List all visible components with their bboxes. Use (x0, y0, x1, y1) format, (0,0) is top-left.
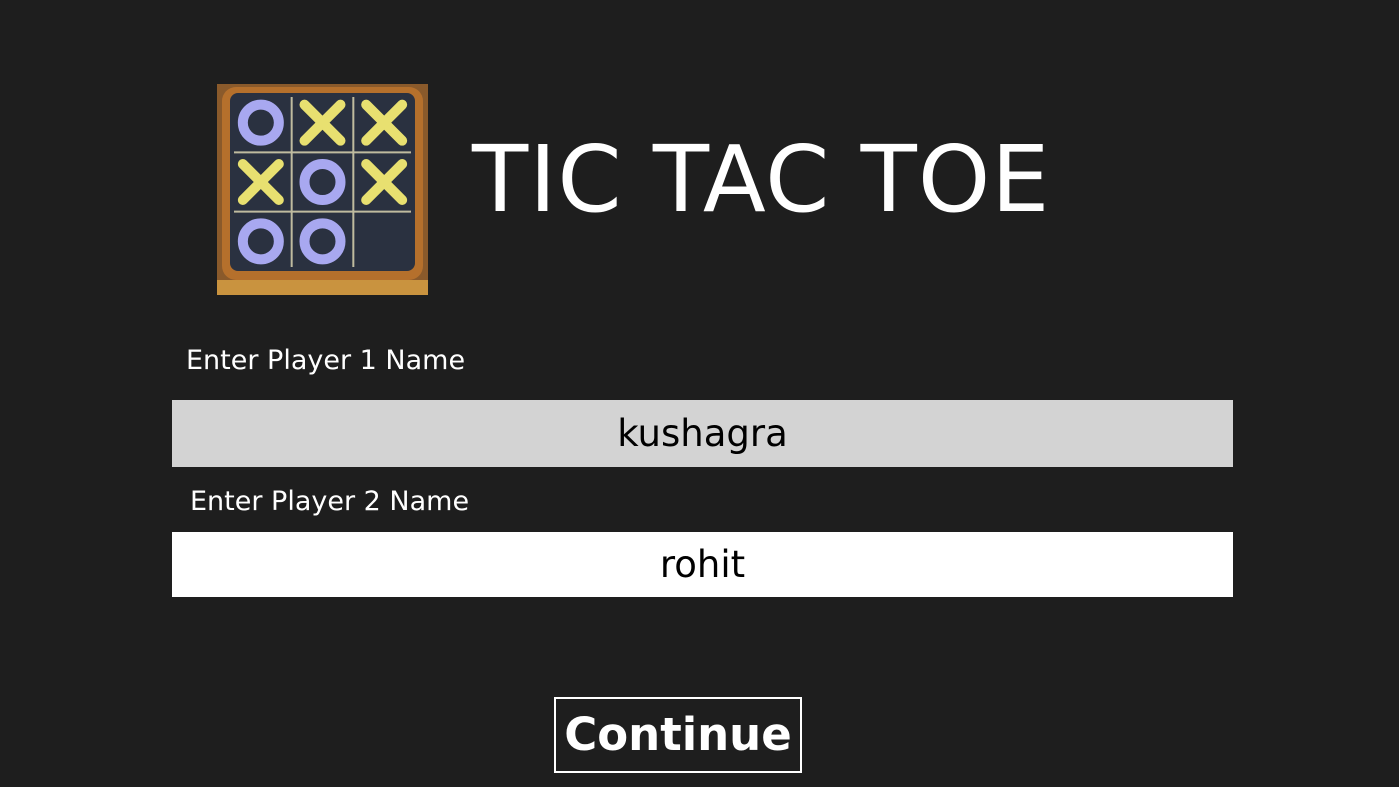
player2-name-input[interactable] (172, 532, 1233, 597)
player1-name-input[interactable] (172, 400, 1233, 467)
tic-tac-toe-board-icon (217, 84, 428, 295)
player-setup-screen: TIC TAC TOE Enter Player 1 Name Enter Pl… (0, 0, 1399, 787)
player2-label: Enter Player 2 Name (190, 486, 470, 517)
continue-button[interactable]: Continue (554, 697, 802, 773)
app-title: TIC TAC TOE (472, 126, 1051, 233)
player1-label: Enter Player 1 Name (186, 345, 466, 376)
logo (217, 84, 428, 295)
